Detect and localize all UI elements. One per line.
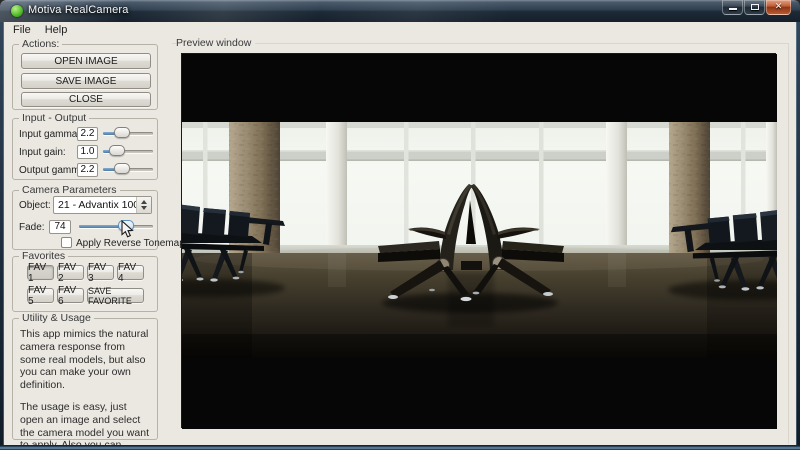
- camera-parameters-group: Camera Parameters Object: 21 - Advantix …: [12, 190, 158, 250]
- actions-group: Actions: OPEN IMAGE SAVE IMAGE CLOSE: [12, 44, 158, 110]
- fav-6-button[interactable]: FAV 6: [57, 288, 84, 303]
- fav-1-button[interactable]: FAV 1: [27, 265, 54, 280]
- fav-3-button[interactable]: FAV 3: [87, 265, 114, 280]
- fade-label: Fade:: [19, 222, 45, 233]
- fade-value[interactable]: 74: [49, 220, 71, 234]
- maximize-button[interactable]: [744, 0, 765, 15]
- input-gain-value[interactable]: 1.0: [77, 145, 98, 159]
- input-output-group-label: Input - Output: [19, 112, 89, 124]
- object-label: Object:: [19, 200, 51, 211]
- maximize-icon: [751, 4, 759, 10]
- window-controls: ✕: [722, 0, 791, 15]
- preview-image: [182, 54, 777, 429]
- close-icon: ✕: [767, 1, 790, 12]
- window-frame-bottom: [0, 445, 800, 450]
- input-gamma-slider[interactable]: [103, 127, 153, 139]
- usage-paragraph-2: The usage is easy, just open an image an…: [20, 401, 152, 450]
- object-select-value: 21 - Advantix 100: [54, 197, 136, 213]
- slider-handle[interactable]: [114, 163, 130, 174]
- fav-2-button[interactable]: FAV 2: [57, 265, 84, 280]
- window-frame-right: [796, 22, 800, 445]
- output-gamma-value[interactable]: 2.2: [77, 163, 98, 177]
- camera-parameters-group-label: Camera Parameters: [19, 184, 120, 196]
- client-area: File Help Actions: OPEN IMAGE SAVE IMAGE…: [4, 22, 796, 445]
- save-image-button[interactable]: SAVE IMAGE: [21, 73, 151, 89]
- preview-window-label: Preview window: [176, 37, 255, 49]
- input-gain-slider[interactable]: [103, 145, 153, 157]
- fav-4-button[interactable]: FAV 4: [117, 265, 144, 280]
- input-gamma-value[interactable]: 2.2: [77, 127, 98, 141]
- title-bar[interactable]: Motiva RealCamera ✕: [0, 0, 800, 22]
- usage-paragraph-1: This app mimics the natural camera respo…: [20, 328, 152, 392]
- minimize-icon: [729, 8, 737, 10]
- favorites-group-label: Favorites: [19, 250, 68, 262]
- input-gamma-label: Input gamma:: [19, 129, 80, 140]
- menu-help[interactable]: Help: [38, 22, 75, 39]
- save-favorite-button[interactable]: SAVE FAVORITE: [87, 288, 144, 303]
- input-output-group: Input - Output Input gamma: 2.2 Input ga…: [12, 118, 158, 180]
- input-gain-label: Input gain:: [19, 147, 66, 158]
- object-select[interactable]: 21 - Advantix 100: [53, 196, 152, 214]
- usage-group: Utility & Usage This app mimics the natu…: [12, 318, 158, 440]
- open-image-button[interactable]: OPEN IMAGE: [21, 53, 151, 69]
- output-gamma-slider[interactable]: [103, 163, 153, 175]
- minimize-button[interactable]: [722, 0, 743, 15]
- reverse-tonemap-label: Apply Reverse Tonemap: [76, 238, 185, 249]
- menu-bar: File Help: [6, 22, 74, 39]
- app-window: Motiva RealCamera ✕ File Help Actions: O…: [0, 0, 800, 450]
- window-frame-left: [0, 22, 4, 445]
- slider-handle[interactable]: [114, 127, 130, 138]
- spinner-down-icon: [141, 206, 147, 210]
- actions-group-label: Actions:: [19, 38, 62, 50]
- menu-file[interactable]: File: [6, 22, 38, 39]
- app-icon: [11, 5, 23, 17]
- favorites-group: Favorites FAV 1 FAV 2 FAV 3 FAV 4 FAV 5 …: [12, 256, 158, 312]
- object-spinner[interactable]: [136, 197, 151, 213]
- mouse-cursor-icon: [121, 220, 134, 239]
- close-app-button[interactable]: CLOSE: [21, 92, 151, 107]
- spinner-up-icon: [141, 200, 147, 204]
- window-title: Motiva RealCamera: [28, 4, 129, 16]
- reverse-tonemap-checkbox[interactable]: [61, 237, 72, 248]
- slider-handle[interactable]: [109, 145, 125, 156]
- close-button[interactable]: ✕: [766, 0, 791, 15]
- preview-box: [181, 53, 776, 428]
- usage-text: This app mimics the natural camera respo…: [20, 328, 152, 450]
- fav-5-button[interactable]: FAV 5: [27, 288, 54, 303]
- fade-slider[interactable]: [79, 220, 153, 232]
- usage-group-label: Utility & Usage: [19, 312, 94, 324]
